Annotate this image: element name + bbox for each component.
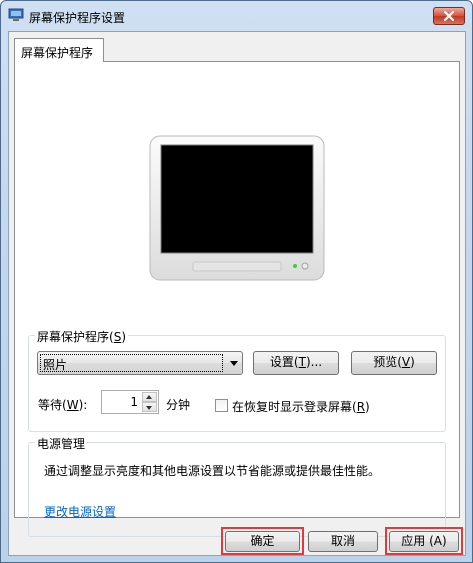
tab-label: 屏幕保护程序 bbox=[21, 46, 94, 60]
stepper-down-button[interactable] bbox=[142, 402, 157, 412]
screensaver-group-label: 屏幕保护程序(S) bbox=[35, 328, 128, 345]
wait-minutes-stepper[interactable]: 1 bbox=[101, 390, 159, 414]
preview-button[interactable]: 预览(V) bbox=[351, 351, 437, 375]
resume-logon-label[interactable]: 在恢复时显示登录屏幕(R) bbox=[232, 398, 370, 415]
screensaver-select[interactable]: 照片 bbox=[37, 351, 243, 375]
resume-logon-checkbox[interactable] bbox=[215, 399, 228, 412]
wait-minutes-value: 1 bbox=[130, 395, 138, 409]
screensaver-group: 屏幕保护程序(S) bbox=[28, 328, 446, 432]
cancel-button[interactable]: 取消 bbox=[308, 531, 378, 552]
wait-label: 等待(W): bbox=[38, 398, 88, 412]
dialog-window: 屏幕保护程序设置 屏幕保护程序 屏幕保护程序(S) 照片 设置(T)... 预览… bbox=[0, 0, 473, 563]
chevron-down-icon bbox=[230, 361, 238, 366]
ok-button[interactable]: 确定 bbox=[225, 531, 300, 552]
change-power-settings-link[interactable]: 更改电源设置 bbox=[44, 503, 116, 520]
focus-rectangle bbox=[40, 354, 223, 372]
minutes-label: 分钟 bbox=[166, 398, 191, 412]
tab-page: 屏幕保护程序(S) 照片 设置(T)... 预览(V) 等待(W): 1 分钟 … bbox=[14, 61, 460, 537]
close-button[interactable] bbox=[433, 7, 465, 25]
title-bar[interactable]: 屏幕保护程序设置 bbox=[1, 1, 472, 31]
screensaver-app-icon bbox=[8, 8, 24, 21]
tab-screensaver[interactable]: 屏幕保护程序 bbox=[14, 38, 104, 62]
apply-button[interactable]: 应用 (A) bbox=[389, 531, 459, 552]
power-group-label: 电源管理 bbox=[35, 435, 88, 452]
power-description: 通过调整显示亮度和其他电源设置以节省能源或提供最佳性能。 bbox=[44, 464, 381, 478]
settings-button[interactable]: 设置(T)... bbox=[253, 351, 339, 375]
monitor-preview bbox=[149, 135, 325, 281]
close-icon bbox=[444, 11, 454, 21]
window-title: 屏幕保护程序设置 bbox=[29, 11, 126, 25]
power-management-group: 电源管理 bbox=[28, 435, 446, 537]
stepper-up-button[interactable] bbox=[142, 392, 157, 402]
dialog-client-area: 屏幕保护程序 屏幕保护程序(S) 照片 设置(T)... 预览(V) 等待(W)… bbox=[8, 31, 466, 556]
